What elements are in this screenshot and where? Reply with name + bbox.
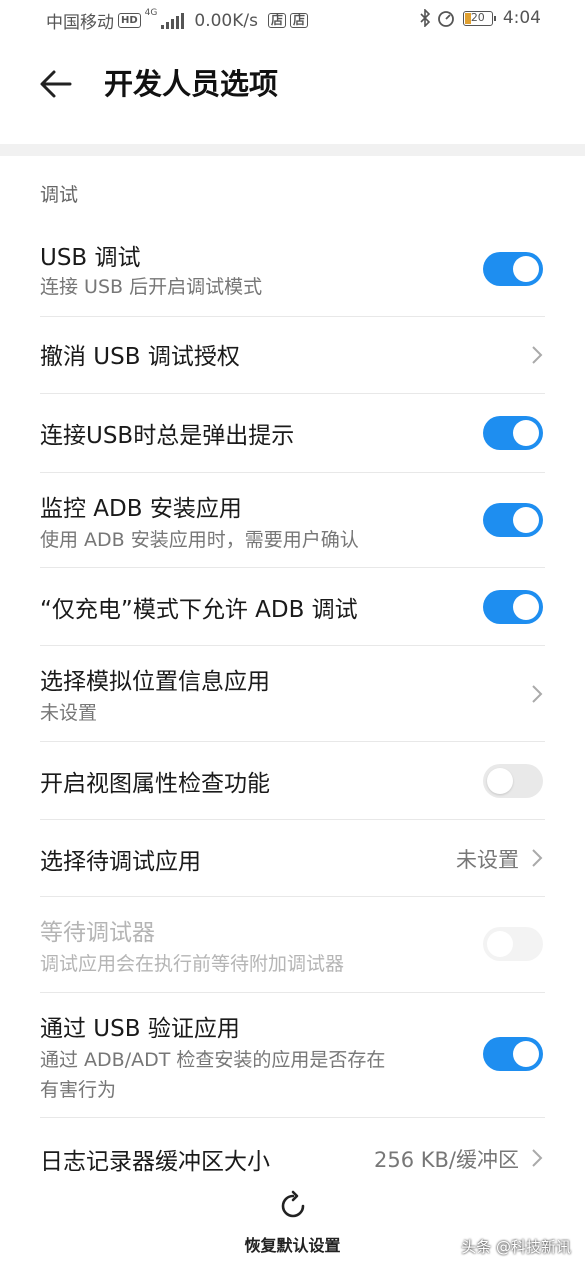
signal-icon (161, 12, 185, 29)
setting-subtitle: 通过 ADB/ADT 检查安装的应用是否存在 (40, 1049, 386, 1071)
setting-title: 撤消 USB 调试授权 (40, 344, 240, 370)
setting-title: USB 调试 (40, 245, 141, 271)
monitor-adb-install-toggle[interactable] (483, 503, 543, 537)
setting-debug-app[interactable]: 选择待调试应用 未设置 (0, 820, 585, 896)
setting-title: 连接USB时总是弹出提示 (40, 423, 295, 449)
charge-only-adb-toggle[interactable] (483, 590, 543, 624)
store-icon: 店 (289, 13, 308, 28)
chevron-right-icon (532, 685, 543, 703)
section-header-debug: 调试 (40, 184, 79, 206)
chevron-right-icon (532, 346, 543, 364)
app-bar: 开发人员选项 (0, 40, 585, 144)
wait-for-debugger-toggle (483, 927, 543, 961)
hd-badge: HD (118, 13, 141, 28)
setting-subtitle: 未设置 (40, 702, 98, 724)
view-attribute-toggle[interactable] (483, 764, 543, 798)
alarm-icon (437, 11, 454, 27)
setting-verify-apps-usb[interactable]: 通过 USB 验证应用 通过 ADB/ADT 检查安装的应用是否存在 有害行为 (0, 993, 585, 1117)
setting-subtitle: 有害行为 (40, 1079, 117, 1101)
bluetooth-icon (420, 9, 430, 27)
setting-title: 监控 ADB 安装应用 (40, 496, 242, 522)
setting-logger-buffer-size[interactable]: 日志记录器缓冲区大小 256 KB/缓冲区 (0, 1118, 585, 1190)
setting-title: 通过 USB 验证应用 (40, 1016, 240, 1042)
setting-subtitle: 连接 USB 后开启调试模式 (40, 276, 263, 298)
setting-usb-prompt[interactable]: 连接USB时总是弹出提示 (0, 394, 585, 472)
setting-title: 开启视图属性检查功能 (40, 771, 270, 797)
watermark: 头条 @科技新讯 (461, 1238, 571, 1256)
clock: 4:04 (502, 8, 541, 28)
setting-title: “仅充电”模式下允许 ADB 调试 (40, 597, 358, 623)
setting-value: 256 KB/缓冲区 (373, 1148, 519, 1172)
battery-icon: 20 (462, 10, 496, 26)
header-divider (0, 144, 585, 156)
setting-wait-for-debugger: 等待调试器 调试应用会在执行前等待附加调试器 (0, 897, 585, 992)
setting-charge-only-adb[interactable]: “仅充电”模式下允许 ADB 调试 (0, 568, 585, 645)
setting-title: 日志记录器缓冲区大小 (40, 1149, 270, 1175)
back-arrow-icon[interactable] (36, 64, 76, 104)
setting-title: 选择模拟位置信息应用 (40, 669, 270, 695)
page-title: 开发人员选项 (104, 67, 279, 101)
setting-mock-location-app[interactable]: 选择模拟位置信息应用 未设置 (0, 646, 585, 741)
setting-monitor-adb-install[interactable]: 监控 ADB 安装应用 使用 ADB 安装应用时，需要用户确认 (0, 473, 585, 567)
store-icon: 店 (267, 13, 286, 28)
setting-usb-debugging[interactable]: USB 调试 连接 USB 后开启调试模式 (0, 230, 585, 316)
setting-revoke-usb-auth[interactable]: 撤消 USB 调试授权 (0, 317, 585, 393)
usb-debugging-toggle[interactable] (483, 252, 543, 286)
chevron-right-icon (532, 849, 543, 867)
setting-view-attribute-inspection[interactable]: 开启视图属性检查功能 (0, 742, 585, 819)
verify-apps-usb-toggle[interactable] (483, 1037, 543, 1071)
setting-title: 等待调试器 (40, 920, 155, 946)
setting-subtitle: 调试应用会在执行前等待附加调试器 (40, 953, 345, 975)
usb-prompt-toggle[interactable] (483, 416, 543, 450)
chevron-right-icon (532, 1149, 543, 1167)
carrier-label: 中国移动 (46, 13, 114, 33)
setting-value: 未设置 (456, 848, 519, 872)
network-type-label: 4G (144, 8, 158, 18)
setting-subtitle: 使用 ADB 安装应用时，需要用户确认 (40, 529, 359, 551)
net-speed: 0.00K/s (194, 10, 258, 31)
status-bar: 中国移动 HD 4G 0.00K/s 店 店 20 4:04 (0, 0, 585, 40)
restore-icon[interactable] (277, 1190, 309, 1222)
setting-title: 选择待调试应用 (40, 849, 201, 875)
